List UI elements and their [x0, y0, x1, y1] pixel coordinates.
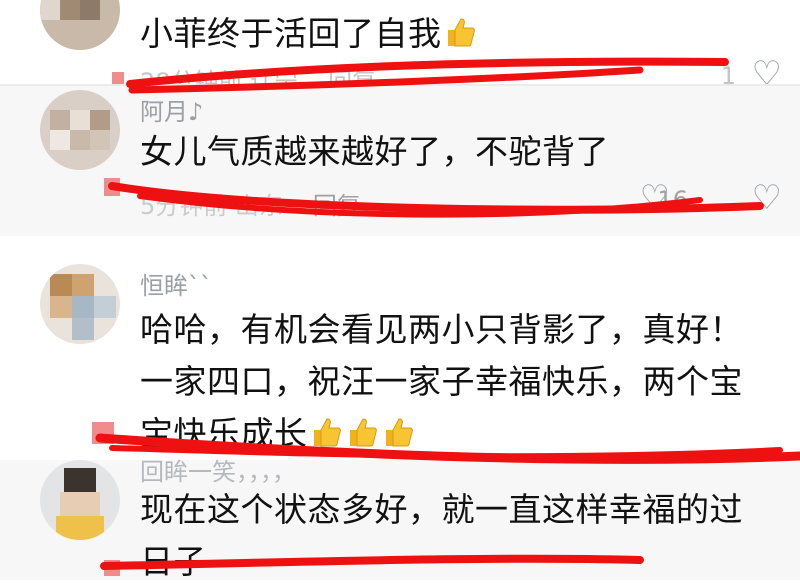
red-underline-strokes — [95, 57, 800, 570]
red-underline-stroke — [100, 554, 644, 570]
